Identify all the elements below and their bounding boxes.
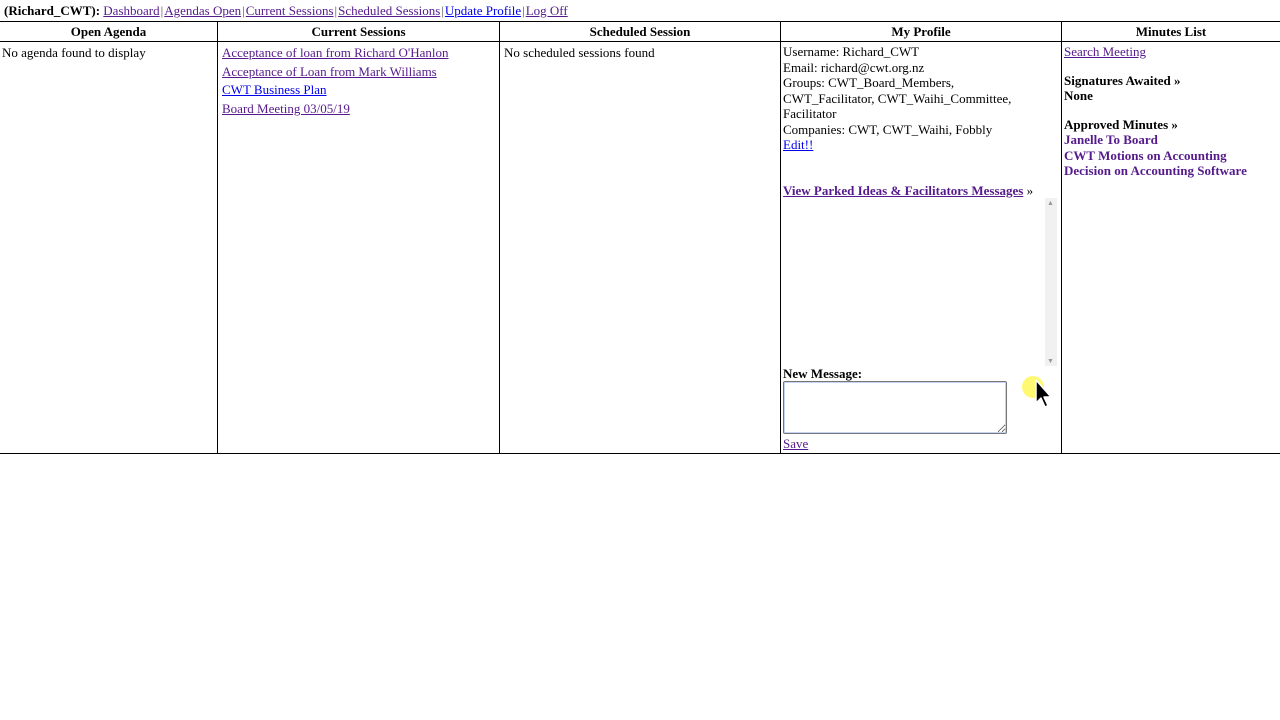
signatures-awaited-title: Signatures Awaited » [1064, 72, 1181, 88]
profile-email: Email: richard@cwt.org.nz [783, 59, 925, 75]
scroll-down-icon[interactable]: ▼ [1047, 357, 1054, 365]
search-meeting-link[interactable]: Search Meeting [1064, 44, 1146, 59]
current-sessions-header: Current Sessions [218, 22, 499, 42]
nav-link-log-off[interactable]: Log Off [526, 3, 568, 18]
scheduled-session-header: Scheduled Session [500, 22, 780, 42]
nav-link-dashboard[interactable]: Dashboard [103, 3, 159, 18]
signatures-awaited-value: None [1064, 88, 1093, 103]
current-sessions-column: Current Sessions Acceptance of loan from… [218, 22, 500, 453]
profile-companies: Companies: CWT, CWT_Waihi, Fobbly [783, 121, 993, 137]
my-profile-header: My Profile [781, 22, 1061, 42]
approved-minutes-link[interactable]: CWT Motions on Accounting [1064, 148, 1278, 164]
nav-link-agendas-open[interactable]: Agendas Open [164, 3, 241, 18]
dashboard-grid: Open Agenda No agenda found to display C… [0, 21, 1280, 454]
messages-scrollbar[interactable]: ▲ ▼ [1045, 198, 1057, 366]
scheduled-session-empty-text: No scheduled sessions found [504, 45, 655, 60]
nav-link-current-sessions[interactable]: Current Sessions [246, 3, 334, 18]
open-agenda-column: Open Agenda No agenda found to display [0, 22, 218, 453]
profile-username: Username: Richard_CWT [783, 44, 920, 59]
open-agenda-header: Open Agenda [0, 22, 217, 42]
open-agenda-empty-text: No agenda found to display [2, 45, 146, 60]
approved-minutes-link[interactable]: Janelle To Board [1064, 132, 1278, 148]
approved-minutes-link[interactable]: Decision on Accounting Software [1064, 163, 1278, 179]
nav-separator: | [242, 3, 245, 18]
scheduled-session-column: Scheduled Session No scheduled sessions … [500, 22, 781, 453]
mouse-cursor-icon [1022, 376, 1052, 408]
minutes-list-column: Minutes List Search Meeting Signatures A… [1062, 22, 1280, 453]
session-link[interactable]: CWT Business Plan [222, 81, 497, 100]
messages-area [783, 180, 1051, 338]
edit-profile-link[interactable]: Edit!! [783, 137, 813, 152]
new-message-input[interactable] [783, 381, 1007, 434]
nav-separator: | [334, 3, 338, 18]
scroll-up-icon[interactable]: ▲ [1047, 199, 1054, 207]
session-link[interactable]: Acceptance of loan from Richard O'Hanlon [222, 44, 497, 63]
nav-separator: | [522, 3, 525, 18]
nav-link-update-profile[interactable]: Update Profile [445, 3, 521, 18]
minutes-list-header: Minutes List [1062, 22, 1280, 42]
top-navigation: (Richard_CWT): Dashboard|Agendas Open|Cu… [4, 3, 568, 19]
save-message-link[interactable]: Save [783, 436, 808, 452]
session-link[interactable]: Acceptance of Loan from Mark Williams [222, 63, 497, 82]
profile-groups: Groups: CWT_Board_Members, CWT_Facilitat… [783, 75, 1012, 121]
approved-minutes-title: Approved Minutes » [1064, 116, 1178, 132]
nav-separator: | [160, 3, 164, 18]
nav-separator: | [441, 3, 444, 18]
session-link[interactable]: Board Meeting 03/05/19 [222, 100, 497, 119]
nav-link-scheduled-sessions[interactable]: Scheduled Sessions [338, 3, 440, 18]
new-message-label: New Message: [783, 366, 863, 381]
current-user-label: (Richard_CWT): [4, 3, 101, 18]
